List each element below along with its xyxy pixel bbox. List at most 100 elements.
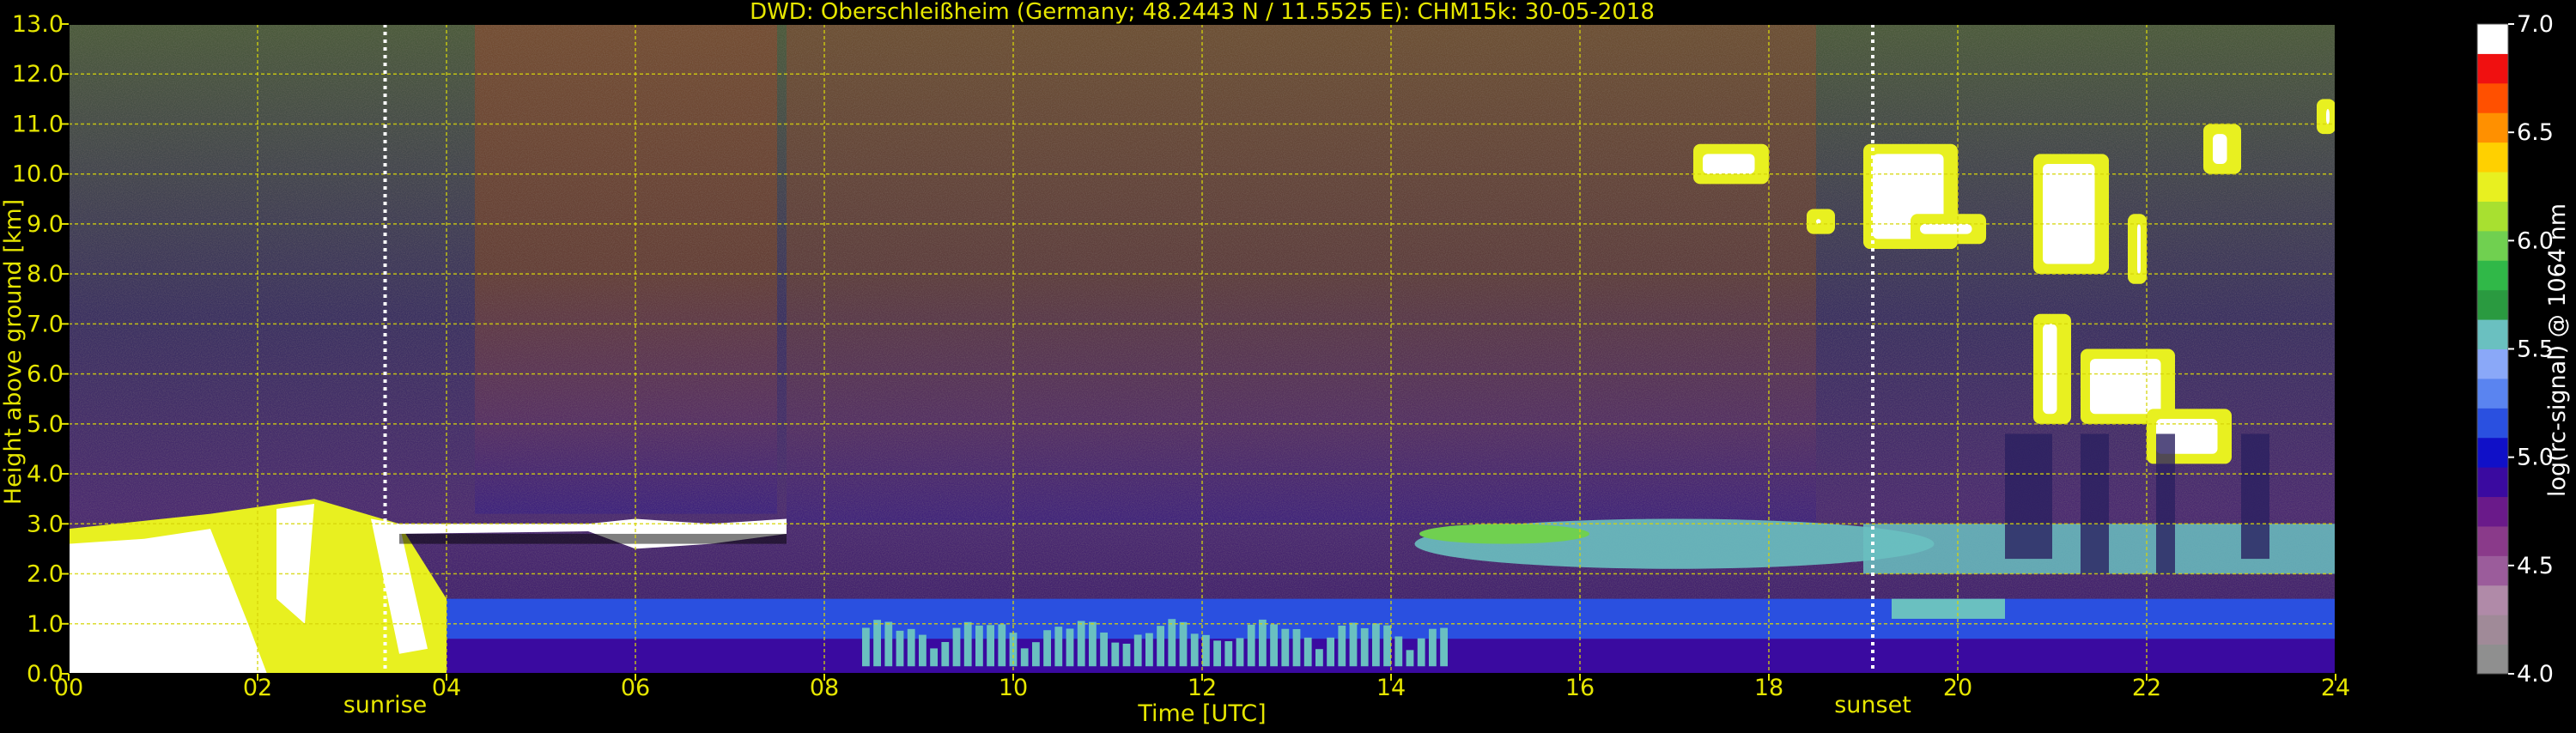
plume <box>998 624 1006 667</box>
plume <box>896 630 904 667</box>
x-axis-label: Time [UTC] <box>1137 700 1266 727</box>
colorbar-swatch <box>2477 112 2508 143</box>
plume <box>1417 638 1425 667</box>
chart-title: DWD: Oberschleißheim (Germany; 48.2443 N… <box>750 0 1655 25</box>
plume <box>1259 619 1267 667</box>
plume <box>1213 640 1221 667</box>
y-tick-label: 11.0 <box>12 111 64 137</box>
x-tick-label: 10 <box>999 675 1028 701</box>
x-tick-label: 20 <box>1943 675 1972 701</box>
cirrus-core <box>2090 359 2161 415</box>
evening-aerosol <box>1892 598 2005 619</box>
colorbar-swatch <box>2477 615 2508 645</box>
colorbar-swatch <box>2477 53 2508 84</box>
colorbar-swatch <box>2477 555 2508 586</box>
plume <box>1122 643 1131 667</box>
virga-shaft <box>2005 433 2052 560</box>
plume <box>1236 638 1244 667</box>
sunset-label: sunset <box>1834 692 1911 718</box>
plume <box>952 627 961 667</box>
plume <box>1281 628 1290 667</box>
colorbar-swatch <box>2477 201 2508 232</box>
plume <box>1043 630 1051 667</box>
plume <box>884 621 893 667</box>
y-tick-label: 7.0 <box>27 311 64 337</box>
sunrise-label: sunrise <box>343 692 428 718</box>
colorbar-swatch <box>2477 585 2508 615</box>
plume <box>1429 628 1437 667</box>
y-tick-label: 6.0 <box>27 361 64 388</box>
colorbar: 4.04.55.05.56.06.57.0 <box>2476 11 2554 688</box>
colorbar-swatch <box>2477 378 2508 409</box>
y-tick-label: 8.0 <box>27 261 64 288</box>
cirrus-core <box>2137 223 2141 275</box>
plume <box>987 625 994 667</box>
cirrus-core <box>1703 154 1755 174</box>
colorbar-tick-label: 7.0 <box>2517 11 2554 38</box>
plume <box>1303 637 1312 667</box>
colorbar-swatch <box>2477 496 2508 527</box>
y-tick-label: 0.0 <box>27 661 64 688</box>
plume <box>1383 625 1391 667</box>
y-tick-label: 3.0 <box>27 511 64 537</box>
x-tick-label: 04 <box>432 675 461 701</box>
plume <box>1372 623 1380 667</box>
y-tick-label: 1.0 <box>27 611 64 638</box>
x-tick-label: 06 <box>621 675 650 701</box>
plume <box>1224 641 1233 667</box>
plume <box>1406 650 1414 667</box>
colorbar-tick-label: 4.0 <box>2517 661 2554 688</box>
plume <box>1394 636 1403 667</box>
plume <box>1315 649 1323 667</box>
plume <box>1032 642 1040 667</box>
x-tick-label: 14 <box>1376 675 1406 701</box>
colorbar-swatch <box>2477 172 2508 202</box>
plume <box>1157 626 1164 667</box>
y-tick-label: 4.0 <box>27 461 64 488</box>
plume <box>930 648 938 667</box>
colorbar-swatch <box>2477 467 2508 498</box>
x-tick-label: 22 <box>2132 675 2161 701</box>
x-tick-label: 08 <box>810 675 839 701</box>
plume <box>1327 637 1334 667</box>
cirrus-core <box>2043 164 2095 264</box>
y-tick-label: 5.0 <box>27 411 64 438</box>
colorbar-label: log(rc-signal) @ 1064 nm <box>2544 203 2571 497</box>
x-tick-label: 24 <box>2321 675 2350 701</box>
cirrus-core <box>1920 223 1972 234</box>
plume <box>1111 642 1120 667</box>
plume <box>1168 619 1176 667</box>
virga-shaft <box>2081 433 2109 574</box>
colorbar-swatch <box>2477 289 2508 320</box>
colorbar-swatch <box>2477 525 2508 556</box>
y-tick-label: 9.0 <box>27 211 64 238</box>
colorbar-swatch <box>2477 142 2508 173</box>
cirrus-core <box>2326 108 2330 124</box>
plume <box>1145 633 1153 667</box>
colorbar-tick-label: 6.5 <box>2517 119 2554 146</box>
chart-svg: sunrise sunset 00 02 04 06 08 10 12 14 16 18 20 22 24… <box>0 0 2571 727</box>
colorbar-swatch <box>2477 260 2508 291</box>
cirrus-core <box>2043 324 2057 415</box>
x-tick-label: 16 <box>1565 675 1595 701</box>
colorbar-tick-label: 4.5 <box>2517 553 2554 579</box>
colorbar-swatch <box>2477 348 2508 379</box>
y-tick-label: 10.0 <box>12 161 64 188</box>
plume <box>1100 632 1108 667</box>
plume <box>919 634 927 667</box>
virga-shaft <box>2156 433 2175 574</box>
plume <box>1270 624 1278 667</box>
plume <box>1133 634 1142 667</box>
cloud-shadow <box>399 533 787 544</box>
x-tick-label: 12 <box>1188 675 1217 701</box>
residual-layer-core <box>1419 524 1589 544</box>
x-tick-label: 02 <box>243 675 272 701</box>
plume <box>1190 633 1199 667</box>
plume <box>1202 634 1210 667</box>
plume <box>873 620 881 667</box>
plume <box>1020 648 1029 667</box>
cirrus-core <box>2213 134 2227 165</box>
plume <box>1440 627 1448 667</box>
plume <box>1247 624 1255 667</box>
colorbar-swatch <box>2477 437 2508 468</box>
